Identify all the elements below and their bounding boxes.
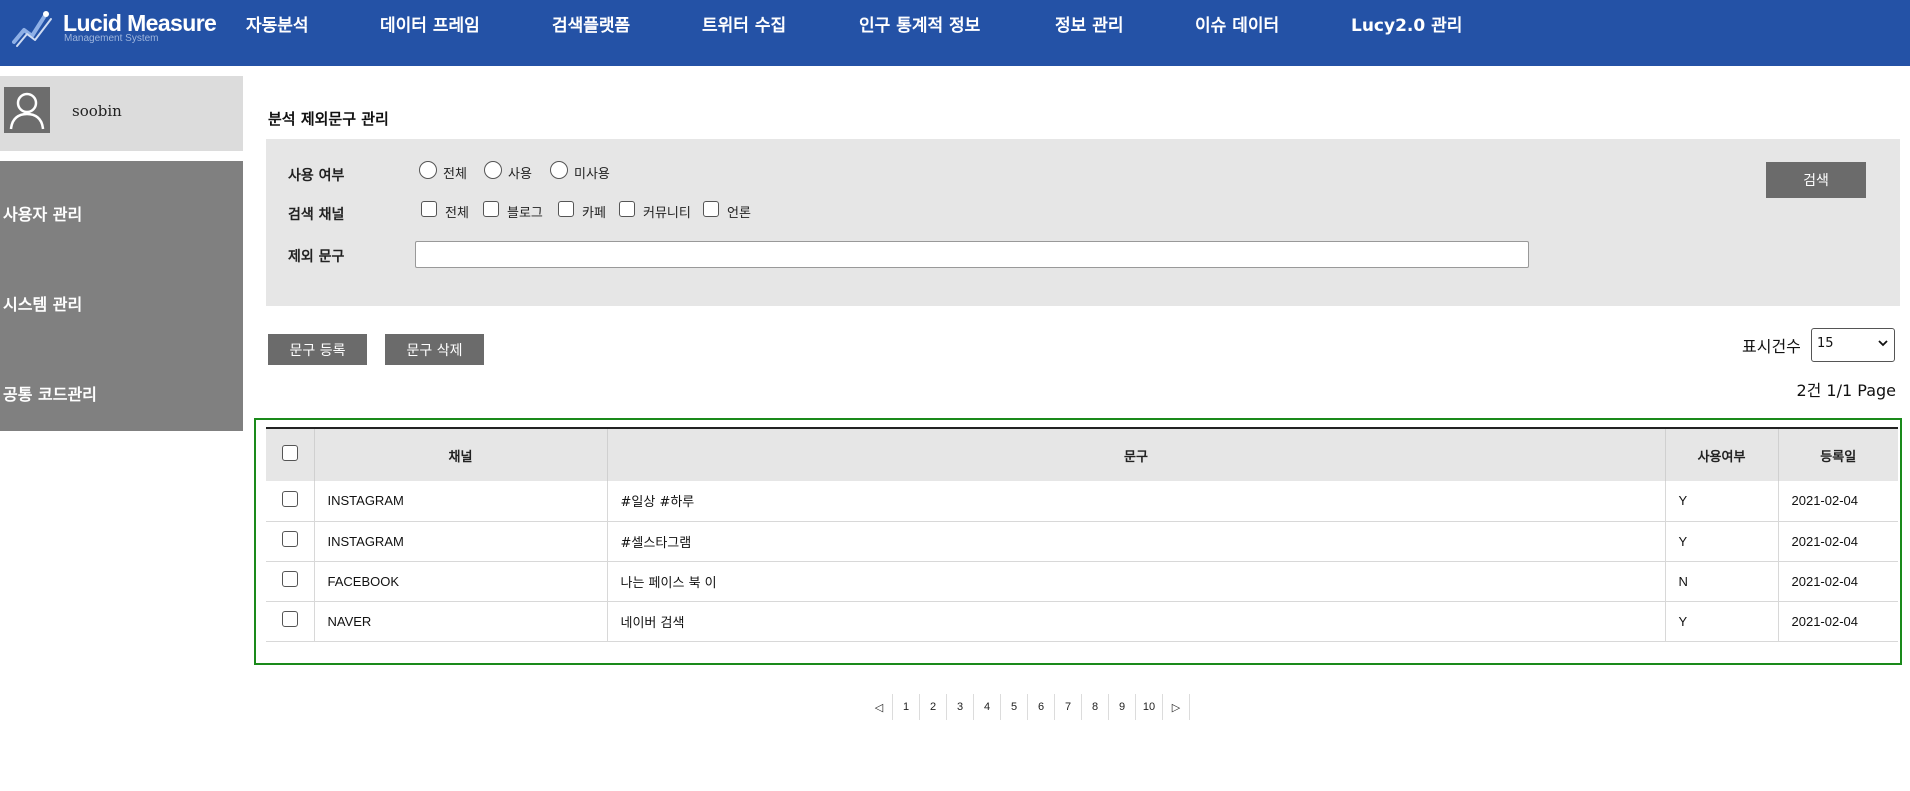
use-cell: N xyxy=(1665,561,1779,601)
page-size-value: 15 xyxy=(1817,336,1834,351)
user-profile: soobin xyxy=(0,76,243,151)
checkbox[interactable] xyxy=(483,200,499,217)
chevron-down-icon xyxy=(1878,340,1888,347)
nav-lucy-management[interactable]: Lucy2.0 관리 xyxy=(1351,11,1462,36)
page-link[interactable]: 4 xyxy=(974,694,1001,720)
prev-page-icon[interactable]: ◁ xyxy=(866,694,893,720)
date-cell: 2021-02-04 xyxy=(1791,573,1859,589)
checkbox[interactable] xyxy=(421,200,437,217)
page-size-label: 표시건수 xyxy=(1742,337,1801,356)
avatar xyxy=(4,87,50,133)
row-select-cell xyxy=(266,561,315,601)
page-link[interactable]: 2 xyxy=(920,694,947,720)
date-cell: 2021-02-04 xyxy=(1791,493,1859,509)
channel-filter-label: 검색 채널 xyxy=(288,207,345,223)
nav-data-frame[interactable]: 데이터 프레임 xyxy=(380,11,480,36)
username: soobin xyxy=(72,102,122,120)
channel-option-all[interactable]: 전체 xyxy=(421,200,469,221)
register-phrase-button[interactable]: 문구 등록 xyxy=(268,334,367,365)
page-title: 분석 제외문구 관리 xyxy=(268,110,389,128)
chart-logo-icon xyxy=(12,11,52,47)
page-link[interactable]: 10 xyxy=(1136,694,1163,720)
channel-cell: NAVER xyxy=(314,601,608,641)
phrase-table: 채널 문구 사용여부 등록일 INSTAGRAM #일상 #하루 Y 2021-… xyxy=(266,427,1898,642)
table-row[interactable]: NAVER 네이버 검색 Y 2021-02-04 xyxy=(266,601,1898,641)
use-filter-label: 사용 여부 xyxy=(288,168,345,184)
row-select-cell xyxy=(266,521,315,561)
date-cell: 2021-02-04 xyxy=(1791,533,1859,549)
column-header-channel: 채널 xyxy=(314,428,608,481)
pagination: ◁ 1 2 3 4 5 6 7 8 9 10 ▷ xyxy=(866,694,1190,720)
radio-button[interactable] xyxy=(419,160,437,179)
page-size-select[interactable]: 15 xyxy=(1811,328,1895,362)
table-row[interactable]: INSTAGRAM #일상 #하루 Y 2021-02-04 xyxy=(266,481,1898,521)
page-link[interactable]: 6 xyxy=(1028,694,1055,720)
exclude-phrase-input[interactable] xyxy=(415,241,1529,268)
phrase-cell: #셀스타그램 xyxy=(607,521,1666,561)
row-select-cell xyxy=(266,481,315,521)
sidebar-item-user-management[interactable]: 사용자 관리 xyxy=(3,201,82,225)
sidebar-menu: 사용자 관리 시스템 관리 공통 코드관리 xyxy=(0,161,243,431)
select-all-cell xyxy=(266,428,315,481)
logo-subtitle: Management System xyxy=(64,33,159,44)
checkbox[interactable] xyxy=(619,200,635,217)
channel-option-community[interactable]: 커뮤니티 xyxy=(619,200,691,221)
channel-option-blog[interactable]: 블로그 xyxy=(483,200,543,221)
top-navigation-bar: Lucid Measure Management System 자동분석 데이터… xyxy=(0,0,1910,66)
logo[interactable]: Lucid Measure Management System xyxy=(12,8,217,48)
delete-phrase-button[interactable]: 문구 삭제 xyxy=(385,334,484,365)
row-checkbox[interactable] xyxy=(281,611,298,627)
sidebar-item-system-management[interactable]: 시스템 관리 xyxy=(3,291,82,315)
filter-panel: 사용 여부 전체 사용 미사용 검색 채널 전체 블로그 카페 커뮤니티 언론 … xyxy=(266,139,1900,306)
page-link[interactable]: 5 xyxy=(1001,694,1028,720)
phrase-cell: 나는 페이스 북 이 xyxy=(607,561,1666,601)
checkbox[interactable] xyxy=(703,200,719,217)
user-icon xyxy=(9,92,45,130)
checkbox[interactable] xyxy=(558,200,574,217)
radio-button[interactable] xyxy=(484,160,502,179)
use-cell: Y xyxy=(1665,601,1779,641)
nav-issue-data[interactable]: 이슈 데이터 xyxy=(1195,11,1279,36)
row-checkbox[interactable] xyxy=(281,571,298,587)
channel-cell: FACEBOOK xyxy=(314,561,608,601)
column-header-phrase: 문구 xyxy=(607,428,1666,481)
use-option-used[interactable]: 사용 xyxy=(484,160,532,182)
column-header-use: 사용여부 xyxy=(1665,428,1779,481)
table-header-row: 채널 문구 사용여부 등록일 xyxy=(266,428,1898,481)
page-link[interactable]: 1 xyxy=(893,694,920,720)
search-button[interactable]: 검색 xyxy=(1766,162,1866,198)
table-row[interactable]: FACEBOOK 나는 페이스 북 이 N 2021-02-04 xyxy=(266,561,1898,601)
nav-twitter-collect[interactable]: 트위터 수집 xyxy=(702,11,786,36)
table-row[interactable]: INSTAGRAM #셀스타그램 Y 2021-02-04 xyxy=(266,521,1898,561)
select-all-checkbox[interactable] xyxy=(281,445,298,461)
result-count: 2건 1/1 Page xyxy=(1796,381,1896,400)
channel-option-cafe[interactable]: 카페 xyxy=(558,200,606,221)
channel-option-press[interactable]: 언론 xyxy=(703,200,751,221)
nav-demographics[interactable]: 인구 통계적 정보 xyxy=(859,11,980,36)
radio-button[interactable] xyxy=(550,160,568,179)
column-header-date: 등록일 xyxy=(1820,449,1857,465)
channel-cell: INSTAGRAM xyxy=(314,481,608,521)
phrase-filter-label: 제외 문구 xyxy=(288,249,345,265)
page-link[interactable]: 8 xyxy=(1082,694,1109,720)
use-cell: Y xyxy=(1665,481,1779,521)
page-link[interactable]: 3 xyxy=(947,694,974,720)
nav-info-management[interactable]: 정보 관리 xyxy=(1055,11,1123,36)
page-link[interactable]: 7 xyxy=(1055,694,1082,720)
row-checkbox[interactable] xyxy=(281,490,298,507)
phrase-cell: 네이버 검색 xyxy=(607,601,1666,641)
use-cell: Y xyxy=(1665,521,1779,561)
use-option-all[interactable]: 전체 xyxy=(419,160,467,182)
nav-auto-analysis[interactable]: 자동분석 xyxy=(246,11,309,36)
row-select-cell xyxy=(266,601,315,641)
use-option-unused[interactable]: 미사용 xyxy=(550,160,610,182)
phrase-cell: #일상 #하루 xyxy=(607,481,1666,521)
next-page-icon[interactable]: ▷ xyxy=(1163,694,1190,720)
page-link[interactable]: 9 xyxy=(1109,694,1136,720)
row-checkbox[interactable] xyxy=(281,531,298,547)
sidebar-item-common-code[interactable]: 공통 코드관리 xyxy=(3,381,97,405)
nav-search-platform[interactable]: 검색플랫폼 xyxy=(552,11,630,36)
channel-cell: INSTAGRAM xyxy=(314,521,608,561)
date-cell: 2021-02-04 xyxy=(1791,613,1859,629)
